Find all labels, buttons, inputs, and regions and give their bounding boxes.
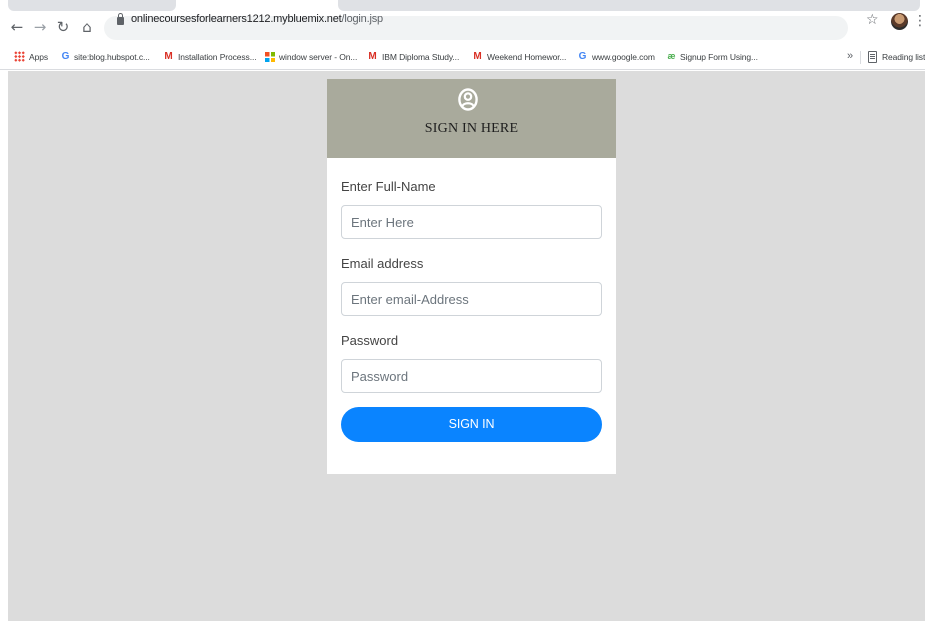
bookmarks-overflow-chevron[interactable]: » xyxy=(847,50,853,62)
tab-left[interactable] xyxy=(8,0,176,11)
w3schools-icon: æ xyxy=(667,51,676,61)
fullname-input[interactable] xyxy=(341,205,602,239)
bookmark-signup-form[interactable]: Signup Form Using... xyxy=(680,52,758,62)
fullname-label: Enter Full-Name xyxy=(341,179,436,194)
kebab-menu-icon[interactable]: ⋮ xyxy=(913,12,925,29)
tab-strip xyxy=(0,0,925,11)
google-icon: G xyxy=(61,51,70,62)
signin-card-header: SIGN IN HERE xyxy=(327,79,616,158)
signin-card: SIGN IN HERE Enter Full-Name Email addre… xyxy=(327,79,616,474)
reading-list-link[interactable]: Reading list xyxy=(882,52,925,62)
forward-arrow-icon[interactable]: → xyxy=(29,16,51,38)
tab-right[interactable] xyxy=(338,0,920,11)
gmail-icon: M xyxy=(164,51,173,62)
email-label: Email address xyxy=(341,256,424,271)
gmail-icon: M xyxy=(368,51,377,62)
user-circle-icon xyxy=(458,88,478,111)
bookmark-hubspot[interactable]: site:blog.hubspot.c... xyxy=(74,52,150,62)
page-title: SIGN IN HERE xyxy=(424,121,519,136)
password-label: Password xyxy=(341,333,399,348)
home-icon[interactable]: ⌂ xyxy=(76,16,98,38)
gmail-icon: M xyxy=(473,51,482,62)
back-arrow-icon[interactable]: ← xyxy=(6,16,28,38)
browser-window: ← → ↻ ⌂ onlinecoursesforlearners1212.myb… xyxy=(0,0,925,621)
page-viewport: SIGN IN HERE Enter Full-Name Email addre… xyxy=(8,71,925,621)
url-host: onlinecoursesforlearners1212.mybluemix.n… xyxy=(131,13,342,25)
bookmarks-divider xyxy=(860,51,861,64)
google-icon: G xyxy=(578,51,587,62)
bookmark-apps[interactable]: Apps xyxy=(29,52,48,62)
bookmark-weekend[interactable]: Weekend Homewor... xyxy=(487,52,566,62)
bookmark-google[interactable]: www.google.com xyxy=(592,52,655,62)
reload-icon[interactable]: ↻ xyxy=(52,16,74,38)
profile-avatar[interactable] xyxy=(891,13,908,30)
bookmarks-bar: Apps G site:blog.hubspot.c... M Installa… xyxy=(0,44,925,70)
email-input[interactable] xyxy=(341,282,602,316)
bookmark-ibm-diploma[interactable]: IBM Diploma Study... xyxy=(382,52,459,62)
sign-in-button[interactable]: SIGN IN xyxy=(341,407,602,442)
url-text[interactable]: onlinecoursesforlearners1212.mybluemix.n… xyxy=(131,13,383,25)
microsoft-icon xyxy=(265,52,275,62)
bookmark-window-server[interactable]: window server - On... xyxy=(279,52,357,62)
password-input[interactable] xyxy=(341,359,602,393)
lock-icon[interactable] xyxy=(117,13,124,25)
url-path: /login.jsp xyxy=(341,13,384,25)
reading-list-icon[interactable] xyxy=(868,51,877,63)
apps-grid-icon[interactable] xyxy=(14,51,25,62)
bookmark-installation[interactable]: Installation Process... xyxy=(178,52,257,62)
star-icon[interactable]: ☆ xyxy=(866,12,879,28)
